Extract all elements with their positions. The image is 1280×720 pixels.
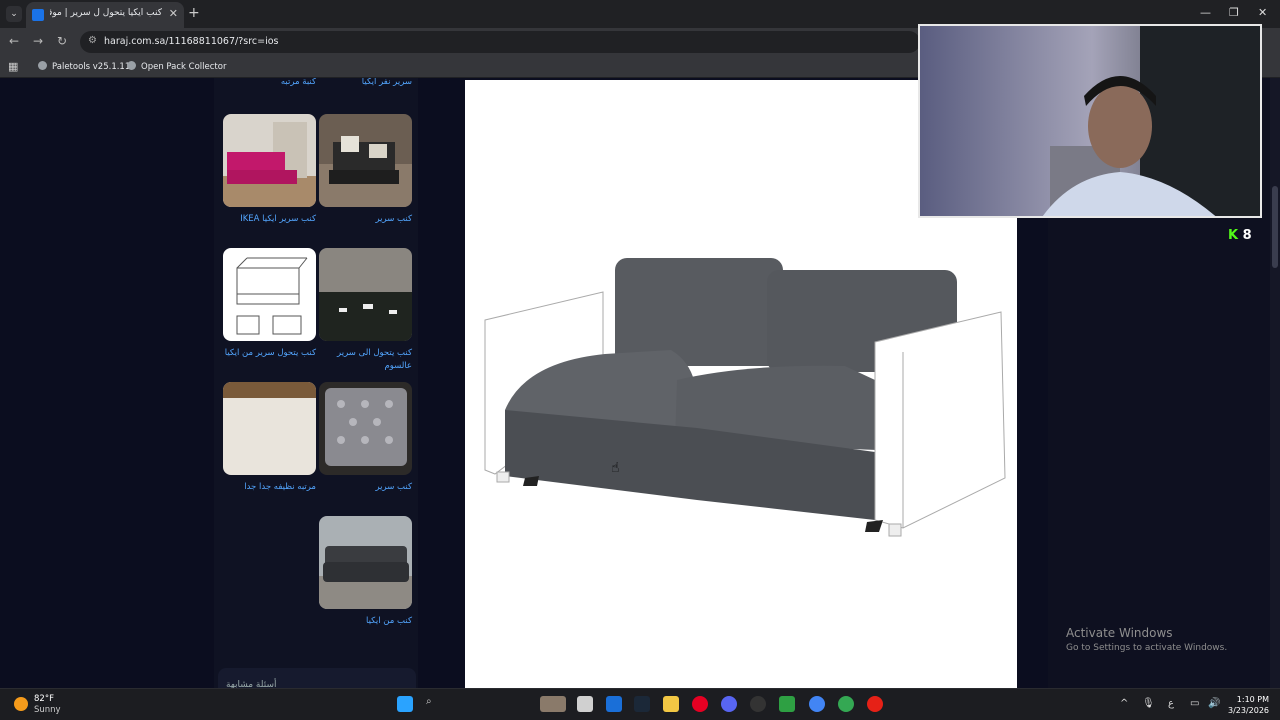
listing-card[interactable]: كنب يتحول الى سرير عالسوم [319, 248, 412, 373]
chrome-icon[interactable] [838, 696, 854, 712]
site-info-icon[interactable]: ⚙ [88, 35, 97, 46]
address-bar[interactable]: ⚙ haraj.com.sa/11168811067/?src=ios [80, 31, 920, 53]
globe-icon [38, 61, 47, 70]
listing-title[interactable]: كنب يتحول سرير من ايكيا [223, 347, 316, 360]
discord-icon[interactable] [721, 696, 737, 712]
forward-icon[interactable]: → [33, 34, 43, 48]
similar-questions-label: أسئلة مشابهة [226, 680, 277, 688]
tab-close-icon[interactable]: ✕ [169, 7, 178, 20]
restore-button[interactable]: ❐ [1229, 6, 1239, 19]
bookmark-paletools[interactable]: Paletools v25.1.11 [38, 61, 130, 72]
app-icon[interactable] [606, 696, 622, 712]
microphone-icon[interactable]: 🎙 [1142, 698, 1155, 709]
clock-time: 1:10 PM [1236, 695, 1270, 704]
listing-card[interactable]: كنب سرير ايكيا IKEA [223, 114, 316, 226]
mouse-cursor-icon: ☝ [611, 460, 620, 476]
scrollbar-thumb[interactable] [1272, 186, 1278, 268]
viewer-count: K 8 [1228, 228, 1252, 243]
start-windows-icon[interactable] [397, 696, 413, 712]
listing-thumbnail[interactable] [319, 114, 412, 207]
listing-card[interactable]: كنب سرير [319, 114, 412, 226]
file-icon[interactable] [577, 696, 593, 712]
listing-title[interactable]: كنب يتحول الى سرير عالسوم [319, 347, 412, 373]
listing-thumbnail[interactable] [319, 516, 412, 609]
listing-title[interactable]: كنب سرير ايكيا IKEA [223, 213, 316, 226]
listing-card[interactable]: كنبة مرتبه [223, 78, 316, 89]
listing-card[interactable]: مرتبه نظيفه جدا جدا [223, 382, 316, 494]
weather-temperature[interactable]: 82°F [34, 694, 54, 704]
tab-title: كنب ايكيا يتحول ل سرير | موقع ح... [50, 8, 162, 18]
activate-windows-watermark: Activate Windows Go to Settings to activ… [1066, 626, 1227, 653]
listing-thumbnail[interactable] [223, 382, 316, 475]
new-tab-button[interactable]: + [188, 5, 200, 21]
page-scrollbar[interactable] [1270, 78, 1280, 688]
pinterest-icon[interactable] [692, 696, 708, 712]
listing-thumbnail[interactable] [319, 382, 412, 475]
globe-icon [127, 61, 136, 70]
app-icon[interactable] [750, 696, 766, 712]
apps-grid-icon[interactable]: ▦ [8, 60, 18, 73]
webcam-overlay [918, 24, 1262, 218]
listing-title[interactable]: كنب سرير [319, 213, 412, 226]
listing-title[interactable]: سرير نفر ايكيا [319, 78, 412, 89]
network-icon[interactable]: ▭ [1190, 698, 1199, 709]
taskview-icon[interactable] [540, 696, 566, 712]
media-icon[interactable] [867, 696, 883, 712]
listing-title[interactable]: كنب من ايكيا [319, 615, 412, 628]
folder-icon[interactable] [663, 696, 679, 712]
close-window-button[interactable]: ✕ [1258, 6, 1267, 19]
clock-date: 3/23/2026 [1228, 706, 1270, 715]
watermark-title: Activate Windows [1066, 626, 1173, 640]
back-icon[interactable]: ← [9, 34, 19, 48]
reload-icon[interactable]: ↻ [57, 34, 67, 48]
listing-card[interactable]: كنب يتحول سرير من ايكيا [223, 248, 316, 360]
listing-title[interactable]: مرتبه نظيفه جدا جدا [223, 481, 316, 494]
listing-thumbnail[interactable] [223, 114, 316, 207]
chevron-up-icon[interactable]: ^ [1120, 698, 1128, 709]
minimize-button[interactable]: — [1200, 6, 1211, 19]
similar-questions-box[interactable]: أسئلة مشابهة [218, 668, 416, 688]
sun-icon[interactable] [14, 697, 28, 711]
steam-icon[interactable] [634, 696, 650, 712]
tab-search-button[interactable]: ⌄ [6, 6, 22, 22]
kick-icon: K [1228, 228, 1239, 243]
system-clock[interactable]: 1:10 PM 3/23/2026 [1228, 694, 1269, 716]
listing-thumbnail[interactable] [319, 248, 412, 341]
listing-card[interactable]: سرير نفر ايكيا [319, 78, 412, 89]
volume-icon[interactable]: 🔊 [1208, 698, 1220, 709]
watermark-subtitle: Go to Settings to activate Windows. [1066, 643, 1228, 653]
bookmark-open-pack-collector[interactable]: Open Pack Collector [127, 61, 226, 72]
active-tab[interactable]: كنب ايكيا يتحول ل سرير | موقع ح... ✕ [26, 2, 184, 28]
weather-condition[interactable]: Sunny [34, 705, 61, 715]
chrome-icon[interactable] [809, 696, 825, 712]
listing-card[interactable]: كنب سرير [319, 382, 412, 494]
language-indicator[interactable]: ع [1168, 698, 1174, 709]
listing-card[interactable]: كنب من ايكيا [319, 516, 412, 628]
listing-title[interactable]: كنب سرير [319, 481, 412, 494]
haraj-favicon-icon [32, 9, 44, 21]
listing-thumbnail[interactable] [223, 248, 316, 341]
search-icon[interactable]: ⌕ [426, 696, 442, 712]
listing-title[interactable]: كنبة مرتبه [223, 78, 316, 89]
windows-taskbar: 82°F Sunny ⌕ ^ 🎙 ع ▭ 🔊 1:10 PM 3/23/2026 [0, 688, 1280, 720]
url-text: haraj.com.sa/11168811067/?src=ios [104, 36, 279, 47]
play-icon[interactable] [779, 696, 795, 712]
